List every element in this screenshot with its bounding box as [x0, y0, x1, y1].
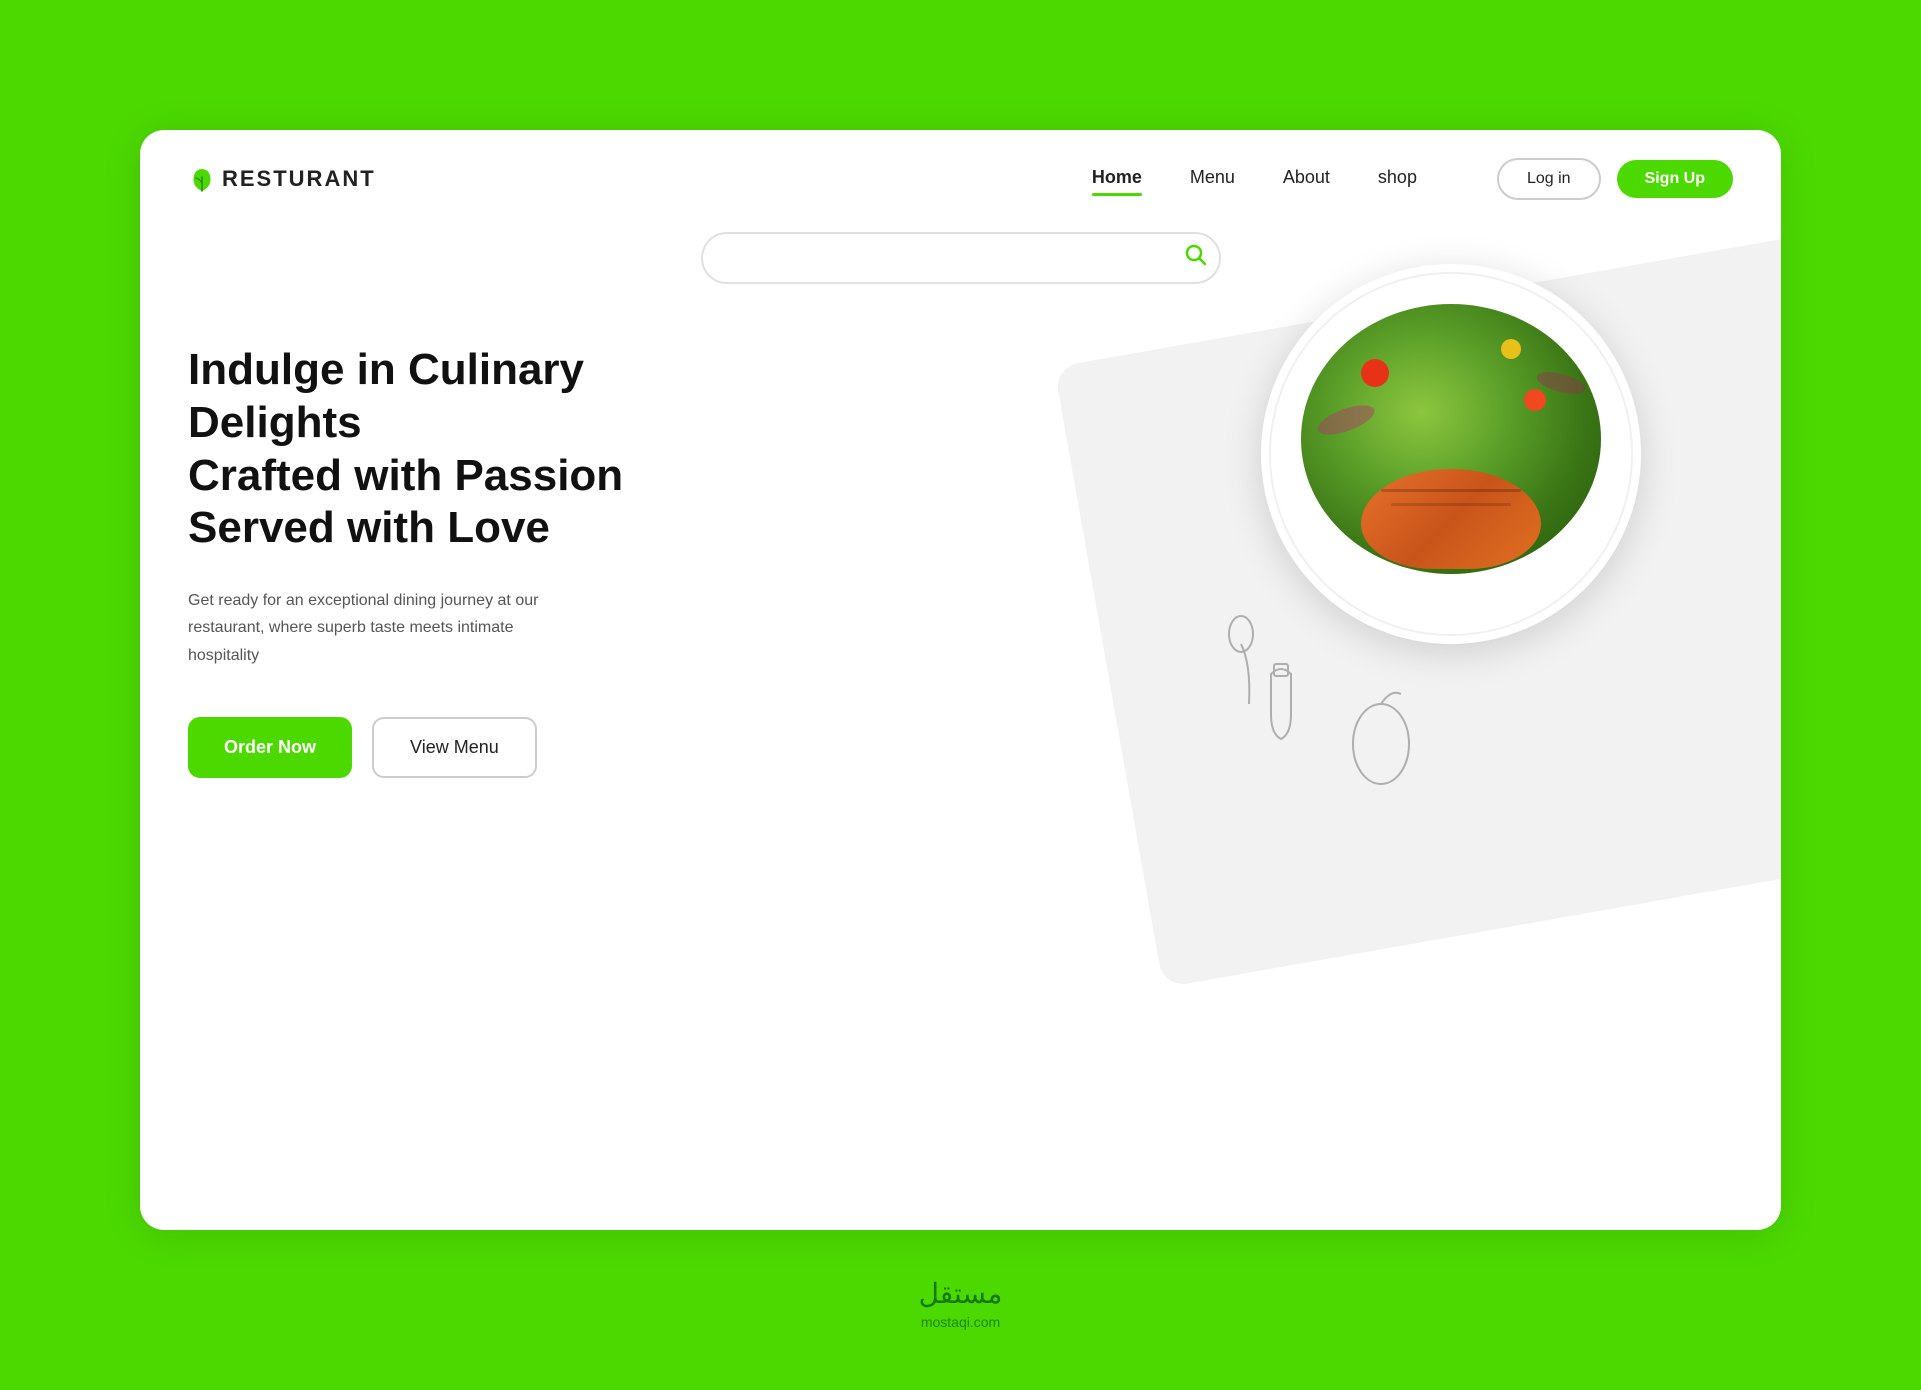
view-menu-button[interactable]: View Menu: [372, 717, 537, 778]
grill-mark-2: [1391, 503, 1511, 506]
logo-text: RESTURANT: [222, 166, 376, 192]
hero-description: Get ready for an exceptional dining jour…: [188, 587, 548, 669]
nav-menu[interactable]: Menu: [1190, 167, 1235, 192]
navbar: RESTURANT Home Menu About shop Log in Si…: [140, 130, 1781, 200]
hero-title: Indulge in Culinary Delights Crafted wit…: [188, 344, 708, 555]
tomato-1: [1361, 359, 1389, 387]
nav-links: Home Menu About shop: [1092, 167, 1417, 192]
hero-buttons: Order Now View Menu: [188, 717, 708, 778]
hero-text: Indulge in Culinary Delights Crafted wit…: [188, 324, 708, 778]
arabic-text: مستقل: [919, 1277, 1003, 1310]
main-card: RESTURANT Home Menu About shop Log in Si…: [140, 130, 1781, 1230]
hero-title-line2: Crafted with Passion: [188, 451, 623, 500]
plate: [1261, 264, 1641, 644]
hero-title-line3: Served with Love: [188, 503, 550, 552]
signup-button[interactable]: Sign Up: [1617, 160, 1733, 198]
login-button[interactable]: Log in: [1497, 158, 1601, 200]
logo-icon: [188, 165, 216, 193]
order-now-button[interactable]: Order Now: [188, 717, 352, 778]
tomato-3: [1501, 339, 1521, 359]
hero-title-line1: Indulge in Culinary Delights: [188, 345, 584, 447]
site-url: mostaqi.com: [919, 1314, 1003, 1330]
salmon-piece: [1361, 469, 1541, 569]
logo: RESTURANT: [188, 165, 376, 193]
footer-watermark: مستقل mostaqi.com: [919, 1277, 1003, 1330]
search-input[interactable]: [701, 232, 1221, 284]
nav-shop[interactable]: shop: [1378, 167, 1417, 192]
hero-section: Indulge in Culinary Delights Crafted wit…: [140, 284, 1781, 1184]
hero-image-area: [1181, 244, 1781, 824]
tomato-2: [1524, 389, 1546, 411]
nav-home[interactable]: Home: [1092, 167, 1142, 192]
nav-about[interactable]: About: [1283, 167, 1330, 192]
food-plate: [1261, 264, 1781, 644]
search-wrapper: [701, 232, 1221, 284]
grill-mark-1: [1381, 489, 1521, 492]
nav-actions: Log in Sign Up: [1497, 158, 1733, 200]
